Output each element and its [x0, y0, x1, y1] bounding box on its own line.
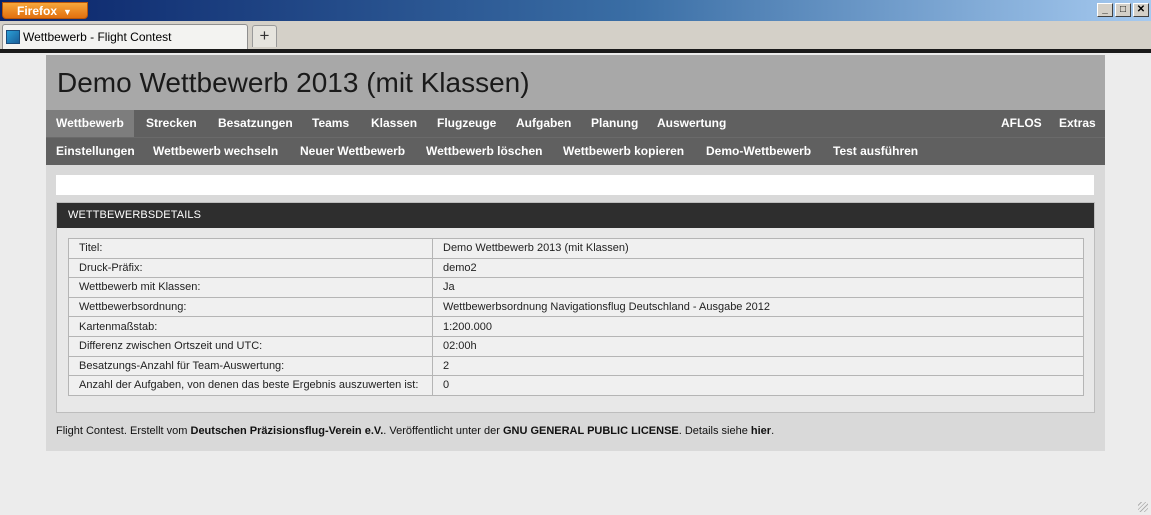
- page-footer: Flight Contest. Erstellt vom Deutschen P…: [56, 425, 774, 437]
- subnav-neuer-wettbewerb[interactable]: Neuer Wettbewerb: [300, 138, 405, 165]
- window-titlebar: Firefox ▼ _ □ ✕: [0, 0, 1151, 21]
- subnav-test-ausfuehren[interactable]: Test ausführen: [833, 138, 918, 165]
- close-button[interactable]: ✕: [1133, 3, 1149, 17]
- detail-value: 1:200.000: [432, 316, 1084, 337]
- page-title: Demo Wettbewerb 2013 (mit Klassen): [57, 67, 530, 98]
- nav-item-klassen[interactable]: Klassen: [371, 110, 417, 137]
- firefox-menu-label: Firefox: [17, 4, 58, 18]
- detail-value: Wettbewerbsordnung Navigationsflug Deuts…: [432, 296, 1084, 318]
- footer-license-link[interactable]: GNU GENERAL PUBLIC LICENSE: [503, 425, 679, 437]
- footer-details-link[interactable]: hier: [751, 425, 771, 437]
- nav-item-aflos[interactable]: AFLOS: [1001, 110, 1042, 137]
- detail-label: Titel:: [68, 238, 433, 259]
- message-bar: [56, 175, 1094, 195]
- table-row: Druck-Präfix: demo2: [68, 257, 1084, 279]
- detail-value: 02:00h: [432, 335, 1084, 357]
- detail-label: Besatzungs-Anzahl für Team-Auswertung:: [68, 355, 433, 377]
- detail-label: Wettbewerb mit Klassen:: [68, 277, 433, 298]
- subnav-demo-wettbewerb[interactable]: Demo-Wettbewerb: [706, 138, 811, 165]
- footer-text: . Details siehe: [678, 425, 751, 437]
- favicon-icon: [6, 30, 20, 44]
- tab-strip: Wettbewerb - Flight Contest +: [0, 21, 1151, 49]
- table-row: Titel: Demo Wettbewerb 2013 (mit Klassen): [68, 238, 1084, 259]
- table-row: Wettbewerbsordnung: Wettbewerbsordnung Na…: [68, 296, 1084, 318]
- window-controls: _ □ ✕: [1097, 3, 1149, 17]
- table-row: Wettbewerb mit Klassen: Ja: [68, 277, 1084, 298]
- maximize-button[interactable]: □: [1115, 3, 1131, 17]
- nav-item-besatzungen[interactable]: Besatzungen: [218, 110, 293, 137]
- detail-value: Ja: [432, 277, 1084, 298]
- panel-title: WETTBEWERBSDETAILS: [57, 203, 1094, 228]
- detail-value: Demo Wettbewerb 2013 (mit Klassen): [432, 238, 1084, 259]
- resize-grip-icon[interactable]: [1138, 502, 1148, 512]
- nav-item-strecken[interactable]: Strecken: [146, 110, 197, 137]
- nav-item-planung[interactable]: Planung: [591, 110, 638, 137]
- firefox-menu-button[interactable]: Firefox ▼: [2, 2, 88, 19]
- detail-label: Anzahl der Aufgaben, von denen das beste…: [68, 375, 433, 396]
- subnav-einstellungen[interactable]: Einstellungen: [56, 138, 135, 165]
- nav-item-aufgaben[interactable]: Aufgaben: [516, 110, 571, 137]
- table-row: Differenz zwischen Ortszeit und UTC: 02:0…: [68, 335, 1084, 357]
- subnav-wettbewerb-loeschen[interactable]: Wettbewerb löschen: [426, 138, 542, 165]
- new-tab-button[interactable]: +: [252, 25, 277, 47]
- browser-tab-title: Wettbewerb - Flight Contest: [23, 30, 172, 44]
- detail-label: Kartenmaßstab:: [68, 316, 433, 337]
- minimize-button[interactable]: _: [1097, 3, 1113, 17]
- detail-value: 2: [432, 355, 1084, 377]
- table-row: Kartenmaßstab: 1:200.000: [68, 316, 1084, 337]
- nav-item-extras[interactable]: Extras: [1059, 110, 1096, 137]
- page-header: Demo Wettbewerb 2013 (mit Klassen): [46, 55, 1105, 110]
- subnav-wettbewerb-kopieren[interactable]: Wettbewerb kopieren: [563, 138, 684, 165]
- nav-item-teams[interactable]: Teams: [312, 110, 349, 137]
- detail-label: Druck-Präfix:: [68, 257, 433, 279]
- nav-item-auswertung[interactable]: Auswertung: [657, 110, 726, 137]
- table-row: Besatzungs-Anzahl für Team-Auswertung: 2: [68, 355, 1084, 377]
- table-row: Anzahl der Aufgaben, von denen das beste…: [68, 375, 1084, 396]
- nav-item-flugzeuge[interactable]: Flugzeuge: [437, 110, 496, 137]
- footer-text: .: [771, 425, 775, 437]
- toolbar-divider: [0, 49, 1151, 53]
- details-panel: WETTBEWERBSDETAILS Titel: Demo Wettbewerb…: [56, 202, 1095, 413]
- sub-nav: Einstellungen Wettbewerb wechseln Neuer …: [46, 137, 1105, 165]
- chevron-down-icon: ▼: [63, 7, 72, 17]
- main-nav: Wettbewerb Strecken Besatzungen Teams Kl…: [46, 110, 1105, 137]
- detail-value: demo2: [432, 257, 1084, 279]
- page-content: Demo Wettbewerb 2013 (mit Klassen) Wettb…: [46, 55, 1105, 451]
- footer-text: Flight Contest. Erstellt vom: [56, 425, 191, 437]
- footer-org-link[interactable]: Deutschen Präzisionsflug-Verein e.V.: [191, 425, 384, 437]
- details-table: Titel: Demo Wettbewerb 2013 (mit Klassen)…: [68, 238, 1084, 396]
- detail-label: Differenz zwischen Ortszeit und UTC:: [68, 335, 433, 357]
- detail-value: 0: [432, 375, 1084, 396]
- browser-tab[interactable]: Wettbewerb - Flight Contest: [2, 24, 248, 49]
- subnav-wettbewerb-wechseln[interactable]: Wettbewerb wechseln: [153, 138, 278, 165]
- footer-text: . Veröffentlicht unter der: [383, 425, 503, 437]
- nav-item-wettbewerb[interactable]: Wettbewerb: [46, 110, 134, 137]
- detail-label: Wettbewerbsordnung:: [68, 296, 433, 318]
